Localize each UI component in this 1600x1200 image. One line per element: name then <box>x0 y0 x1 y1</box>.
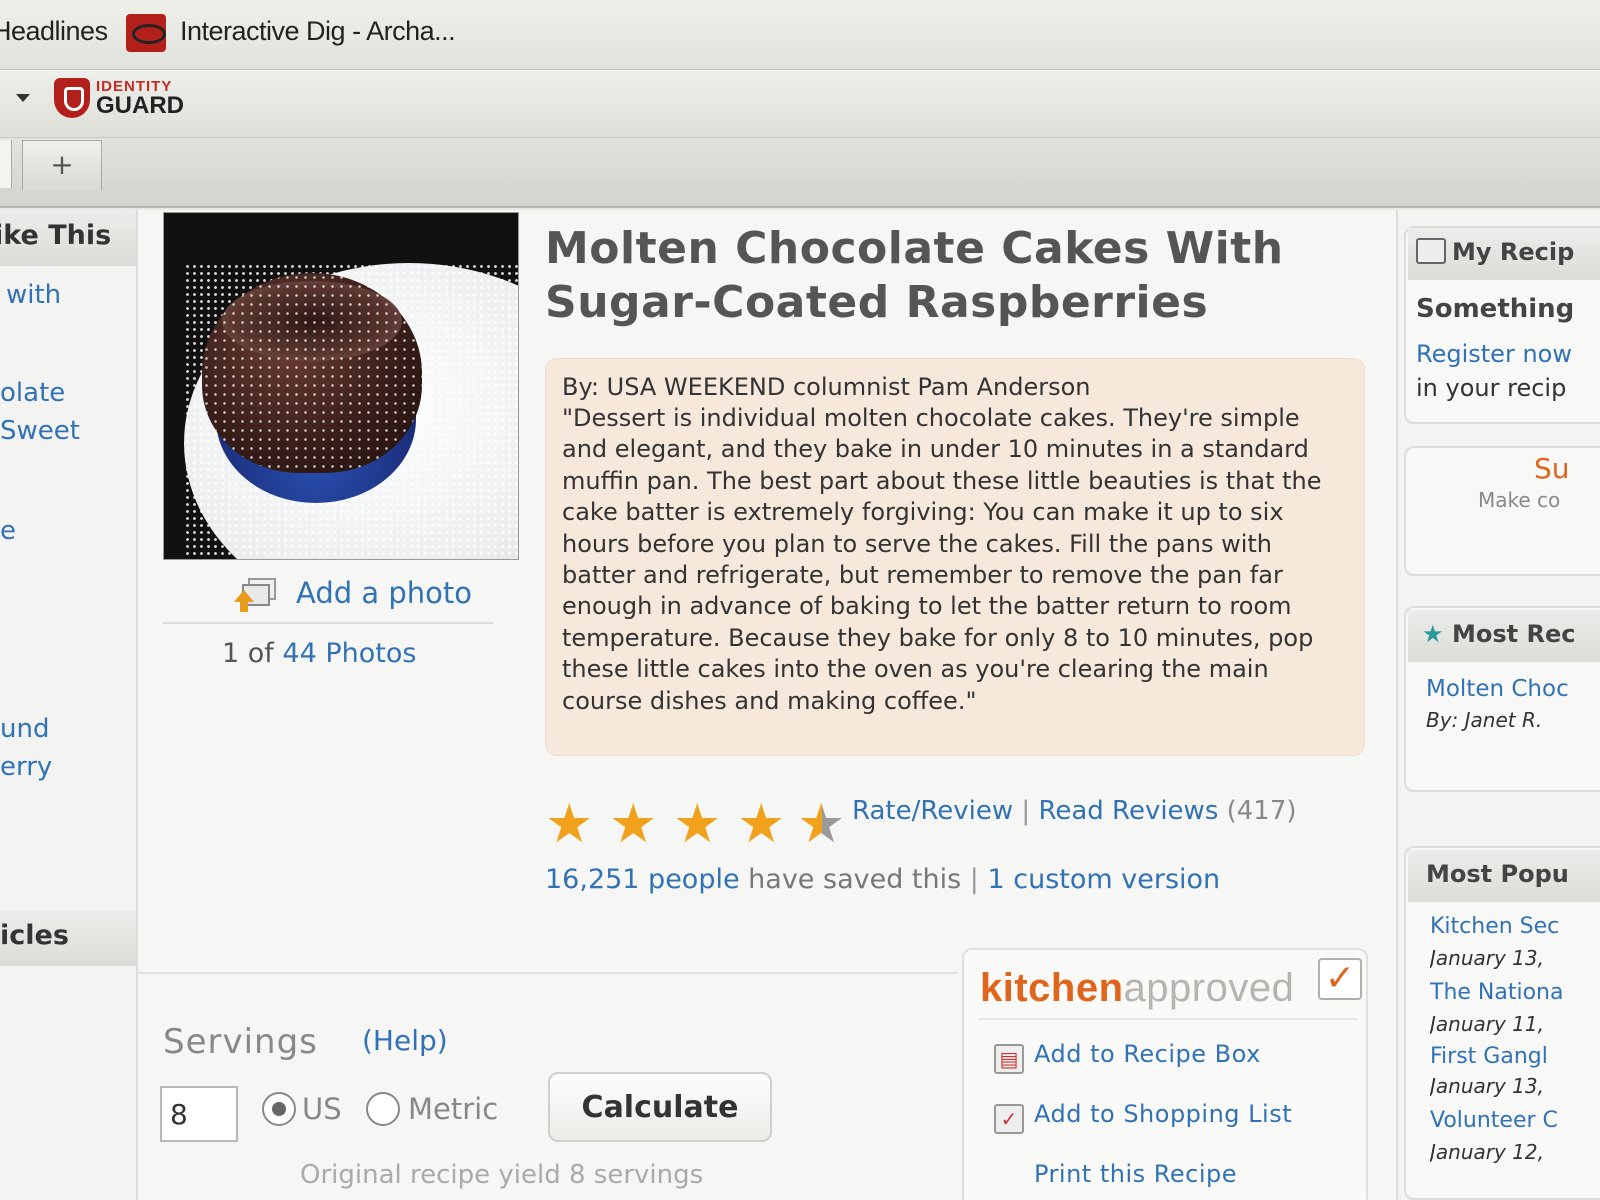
add-photo-icon[interactable] <box>234 576 280 612</box>
unit-metric-label: Metric <box>408 1092 499 1126</box>
popular-article-link[interactable]: First Gangl <box>1430 1044 1600 1069</box>
read-reviews-link[interactable]: Read Reviews <box>1038 796 1218 826</box>
photo-count-prefix: 1 of <box>222 638 274 669</box>
recipe-yield-note: Original recipe yield 8 servings <box>300 1160 704 1190</box>
servings-label: Servings <box>163 1022 318 1062</box>
unit-us-radio[interactable] <box>262 1092 296 1126</box>
popular-article-date: January 11, <box>1430 1012 1544 1036</box>
left-sidebar-heading: ike This <box>0 210 136 266</box>
promo-text: Make co <box>1478 488 1561 512</box>
servings-help-link[interactable]: (Help) <box>362 1024 448 1057</box>
recipe-box-icon: ▤ <box>994 1044 1024 1074</box>
kitchen-approved-logo-kitchen: kitchen <box>980 966 1124 1010</box>
kitchen-approved-logo: kitchenapproved <box>980 966 1294 1011</box>
identity-guard-shield-icon[interactable] <box>54 78 90 118</box>
star-icon: ★ <box>1422 620 1444 648</box>
half-star-icon: ★ <box>797 792 846 855</box>
popular-article-link[interactable]: Kitchen Sec <box>1430 914 1600 939</box>
tab-previous[interactable] <box>0 140 12 188</box>
left-sidebar-heading-articles: icles <box>0 910 136 966</box>
recipe-box-icon <box>1416 238 1446 264</box>
custom-version-link[interactable]: 1 custom version <box>988 864 1221 895</box>
tab-bar <box>0 138 1600 208</box>
left-sidebar-link[interactable]: und <box>0 714 136 744</box>
register-text: in your recip <box>1416 374 1567 402</box>
my-recipes-something: Something <box>1416 294 1575 324</box>
left-sidebar <box>0 210 138 1200</box>
servings-input[interactable] <box>160 1086 238 1142</box>
saved-line: 16,251 people have saved this | 1 custom… <box>545 864 1220 895</box>
shopping-list-icon: ✓ <box>994 1104 1024 1134</box>
star-icon: ★ <box>737 792 786 855</box>
recipe-byline: By: USA WEEKEND columnist Pam Anderson <box>562 373 1091 401</box>
toolbar <box>0 70 1600 138</box>
most-popular-heading: Most Popu <box>1408 850 1600 902</box>
unit-metric-radio[interactable] <box>366 1092 400 1126</box>
add-to-recipe-box-link[interactable]: Add to Recipe Box <box>1034 1040 1261 1068</box>
star-icon: ★ <box>545 792 594 855</box>
dropdown-arrow-icon[interactable] <box>16 94 30 102</box>
left-sidebar-link[interactable]: with <box>6 280 142 310</box>
bookmark-headlines[interactable]: Headlines <box>0 16 108 47</box>
checkmark-icon: ✓ <box>1318 958 1362 1000</box>
photo-count: 1 of 44 Photos <box>222 638 416 669</box>
divider <box>138 972 958 974</box>
divider <box>978 1018 1358 1020</box>
popular-article-link[interactable]: The Nationa <box>1430 980 1600 1005</box>
saved-people-link[interactable]: 16,251 people <box>545 864 740 895</box>
separator: | <box>969 864 979 895</box>
rate-review-link[interactable]: Rate/Review <box>852 796 1013 826</box>
left-sidebar-link[interactable]: Sweet <box>0 416 136 446</box>
add-to-shopping-list-link[interactable]: Add to Shopping List <box>1034 1100 1292 1128</box>
recipe-description: "Dessert is individual molten chocolate … <box>562 404 1322 715</box>
new-tab-button[interactable]: + <box>22 140 102 190</box>
popular-article-date: January 13, <box>1430 1074 1544 1098</box>
add-photo-link[interactable]: Add a photo <box>296 576 472 610</box>
print-recipe-link[interactable]: Print this Recipe <box>1034 1160 1237 1188</box>
identity-guard-logo-bottom: GUARD <box>96 92 184 119</box>
star-icon: ★ <box>673 792 722 855</box>
most-recent-author: By: Janet R. <box>1426 708 1543 732</box>
saved-text: have saved this <box>748 864 962 895</box>
separator: | <box>1021 796 1031 826</box>
recipe-photo[interactable] <box>163 212 519 560</box>
unit-us-label: US <box>302 1092 342 1126</box>
popular-article-date: January 13, <box>1430 946 1544 970</box>
rating-links: Rate/Review | Read Reviews (417) <box>852 796 1297 826</box>
left-sidebar-link[interactable]: erry <box>0 752 136 782</box>
kitchen-approved-logo-approved: approved <box>1123 966 1295 1010</box>
left-sidebar-link[interactable]: e <box>0 516 136 546</box>
popular-article-link[interactable]: Volunteer C <box>1430 1108 1600 1133</box>
recipe-description-box: By: USA WEEKEND columnist Pam Anderson "… <box>545 358 1365 756</box>
photos-link[interactable]: 44 Photos <box>282 638 416 669</box>
most-recent-recipe-link[interactable]: Molten Choc <box>1426 676 1600 702</box>
bookmark-interactive-dig[interactable]: Interactive Dig - Archa... <box>180 16 456 47</box>
review-count: (417) <box>1226 796 1297 826</box>
register-link[interactable]: Register now <box>1416 340 1600 368</box>
popular-article-date: January 12, <box>1430 1140 1544 1164</box>
calculate-button[interactable]: Calculate <box>548 1072 772 1142</box>
interactive-dig-favicon-icon <box>126 14 166 52</box>
star-icon: ★ <box>609 792 658 855</box>
divider <box>163 622 493 624</box>
left-sidebar-link[interactable]: olate <box>0 378 136 408</box>
promo-heading: Su <box>1534 452 1570 485</box>
recipe-title: Molten Chocolate Cakes With Sugar-Coated… <box>545 223 1284 328</box>
